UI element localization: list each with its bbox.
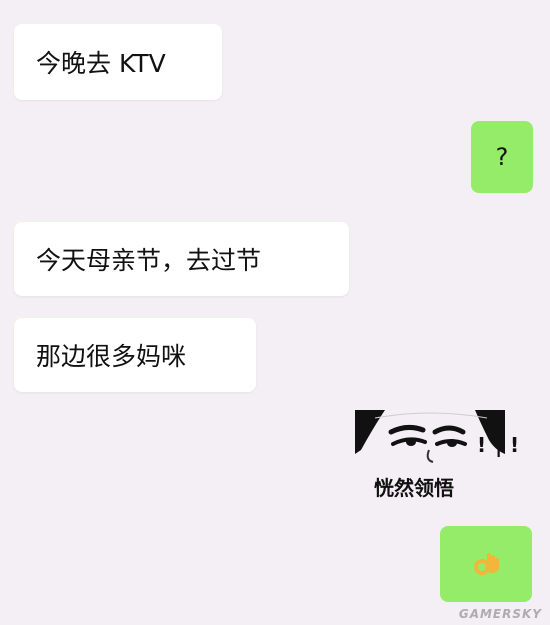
svg-text:|: | [495,433,502,457]
message-text: ? [495,143,509,171]
sticker-caption: 恍然领悟 [374,476,454,500]
message-text: 今天母亲节，去过节 [36,246,262,275]
ok-hand-icon [474,553,499,575]
outgoing-emoji-bubble[interactable] [440,526,532,602]
svg-text:!: ! [477,433,486,457]
outgoing-message-bubble[interactable]: ? [471,121,533,193]
meme-sticker[interactable]: ! | ! 恍然领悟 [355,410,525,506]
message-text: 今晚去 KTV [36,49,166,78]
incoming-message-bubble[interactable]: 那边很多妈咪 [14,318,256,392]
svg-text:!: ! [510,433,519,457]
watermark-logo: GAMERSKY [458,607,542,621]
chat-area: 今晚去 KTV ? 今天母亲节，去过节 那边很多妈咪 ! | ! 恍然领悟 GA… [0,0,550,625]
incoming-message-bubble[interactable]: 今天母亲节，去过节 [14,222,349,296]
incoming-message-bubble[interactable]: 今晚去 KTV [14,24,222,100]
message-text: 那边很多妈咪 [36,342,187,371]
